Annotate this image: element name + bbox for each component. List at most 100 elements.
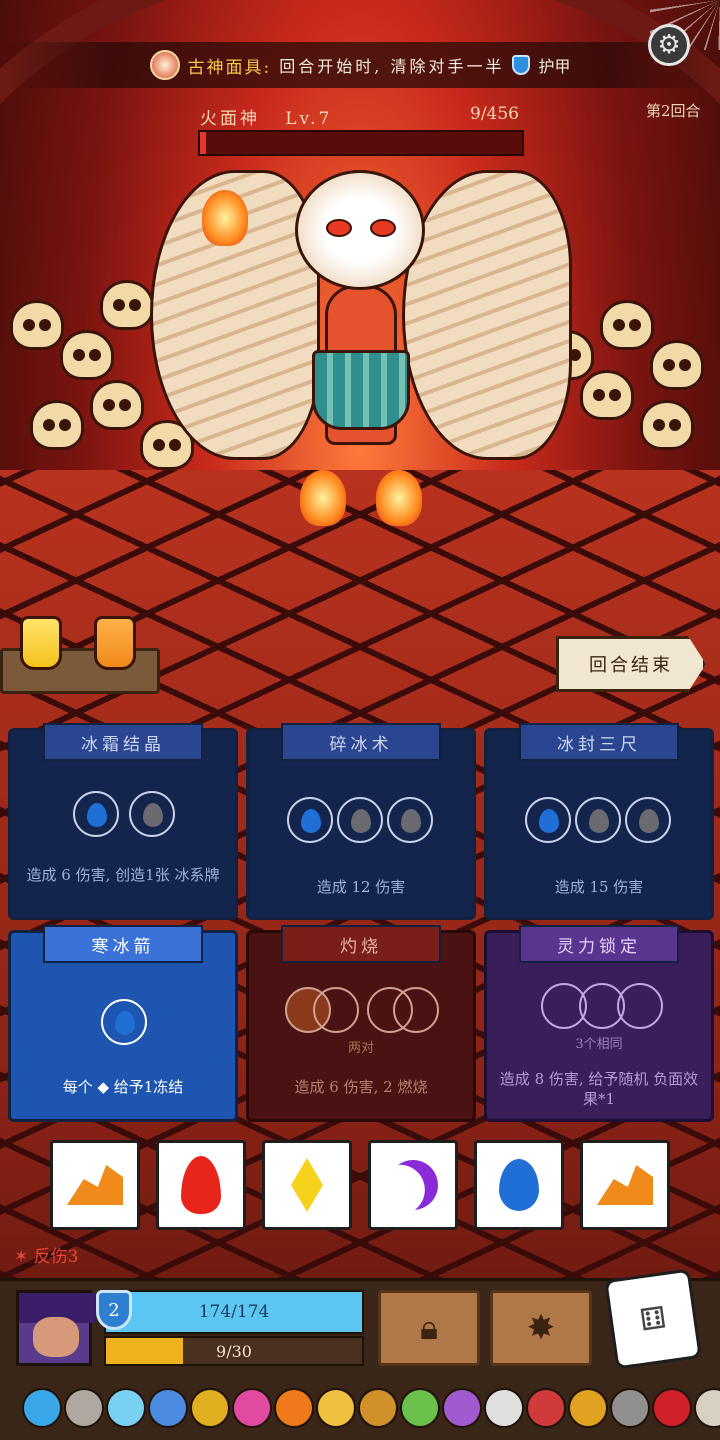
crossed-swords-relic[interactable]	[64, 1388, 104, 1428]
book-relic[interactable]	[568, 1388, 608, 1428]
card-ice-arrow[interactable]: 寒冰箭 每个 ◆ 给予1冻结	[8, 925, 238, 1122]
right-wing	[402, 170, 572, 460]
ruby-relic[interactable]	[652, 1388, 692, 1428]
dice-slot[interactable]	[129, 791, 175, 837]
card-requirement: 3个相同	[575, 1037, 623, 1052]
dice-slot[interactable]	[387, 797, 433, 843]
golden-coin-relic[interactable]	[190, 1388, 230, 1428]
ring-relic[interactable]	[358, 1388, 398, 1428]
status-label: 反伤3	[33, 1247, 79, 1267]
card-description: 造成 6 伤害, 创造1张 冰系牌	[26, 866, 220, 884]
armor-label: 护甲	[538, 57, 571, 76]
relic-description: 回合开始时, 清除对手一半	[279, 57, 505, 76]
totem-relic[interactable]	[232, 1388, 272, 1428]
padlock-sword-icon: 🔒︎	[419, 1308, 439, 1348]
relic-name: 古神面具:	[187, 57, 272, 78]
card-spirit-lock[interactable]: 灵力锁定 3个相同 造成 8 伤害, 给予随机 负面效果*1	[484, 925, 714, 1122]
boss-head	[295, 170, 425, 290]
skull-pile-right	[600, 300, 654, 350]
relic-effect-bar[interactable]: 古神面具: 回合开始时, 清除对手一半 护甲	[0, 42, 720, 88]
boss-name: 火面神	[200, 109, 260, 129]
card-title: 灵力锁定	[519, 925, 679, 963]
pearl-relic[interactable]	[484, 1388, 524, 1428]
water-icon	[87, 803, 107, 827]
player-hp-bar: 174/174	[104, 1290, 364, 1334]
die-water[interactable]	[474, 1140, 564, 1230]
water-icon	[143, 803, 163, 827]
mask-relic[interactable]	[526, 1388, 566, 1428]
dice-slot[interactable]	[617, 983, 663, 1029]
yellow-potion[interactable]	[20, 616, 62, 670]
dice-slot[interactable]	[393, 987, 439, 1033]
skull-pile-left	[10, 300, 64, 350]
thorns-icon: ✶	[14, 1247, 29, 1267]
ancient-mask-icon	[149, 50, 180, 80]
thorns-status[interactable]: ✶ 反伤3	[14, 1242, 78, 1267]
roll-dice-button[interactable]: ⚅	[604, 1268, 702, 1370]
player-level-badge: 2	[96, 1290, 132, 1330]
dice-slot[interactable]	[575, 797, 621, 843]
card-shatter-ice[interactable]: 碎冰术 造成 12 伤害	[246, 723, 476, 920]
dice-slot[interactable]	[287, 797, 333, 843]
card-description: 每个 ◆ 给予1冻结	[62, 1078, 184, 1096]
card-description: 造成 6 伤害, 2 燃烧	[294, 1078, 428, 1096]
shield-icon	[512, 55, 531, 75]
earth-icon	[67, 1165, 123, 1205]
boss-feather-skirt	[312, 350, 410, 430]
card-frozen-three-feet[interactable]: 冰封三尺 造成 15 伤害	[484, 723, 714, 920]
relic-inventory	[0, 1376, 720, 1440]
card-burn[interactable]: 灼烧 两对 造成 6 伤害, 2 燃烧	[246, 925, 476, 1122]
spiked-orb-relic[interactable]	[148, 1388, 188, 1428]
water-drop-relic[interactable]	[22, 1388, 62, 1428]
dice-slot[interactable]	[73, 791, 119, 837]
dice-slot[interactable]	[313, 987, 359, 1033]
brazier-relic[interactable]	[274, 1388, 314, 1428]
dice-slot[interactable]	[525, 797, 571, 843]
card-frost-crystal[interactable]: 冰霜结晶 造成 6 伤害, 创造1张 冰系牌	[8, 723, 238, 920]
die-earth[interactable]	[580, 1140, 670, 1230]
die-light[interactable]	[262, 1140, 352, 1230]
round-counter: 第2回合	[646, 102, 701, 120]
die-earth[interactable]	[50, 1140, 140, 1230]
scroll-relic[interactable]	[694, 1388, 720, 1428]
gear-icon: ⚙	[657, 30, 681, 60]
cannon-relic[interactable]	[610, 1388, 650, 1428]
boss-eye	[326, 219, 352, 237]
player-xp-bar: 9/30	[104, 1336, 364, 1366]
settings-button[interactable]: ⚙	[648, 24, 690, 66]
die-moon[interactable]	[368, 1140, 458, 1230]
orange-potion[interactable]	[94, 616, 136, 670]
die-fire[interactable]	[156, 1140, 246, 1230]
ice-wand-relic[interactable]	[106, 1388, 146, 1428]
foot-flame	[376, 470, 422, 526]
dice-slot[interactable]	[101, 999, 147, 1045]
skull-pile-right	[650, 340, 704, 390]
skull-pile-left	[90, 380, 144, 430]
dice-icon: ⚅	[637, 1299, 669, 1339]
skill-lock-button[interactable]: 🔒︎	[378, 1290, 480, 1366]
fire-god-boss[interactable]	[140, 150, 580, 530]
card-title: 碎冰术	[281, 723, 441, 761]
player-avatar[interactable]	[16, 1290, 95, 1366]
water-icon	[539, 809, 559, 833]
shell-relic[interactable]	[316, 1388, 356, 1428]
dice-slot[interactable]	[337, 797, 383, 843]
card-title: 冰封三尺	[519, 723, 679, 761]
water-icon	[639, 809, 659, 833]
crystal-relic[interactable]	[442, 1388, 482, 1428]
boss-hp-text: 9/456	[470, 104, 519, 124]
diamond-icon	[291, 1158, 323, 1212]
card-title: 冰霜结晶	[43, 723, 203, 761]
card-description: 造成 8 伤害, 给予随机 负面效果*1	[499, 1070, 699, 1108]
water-icon	[351, 809, 371, 833]
dice-slot[interactable]	[625, 797, 671, 843]
water-icon	[499, 1159, 539, 1211]
fire-orb	[202, 190, 248, 246]
water-icon	[401, 809, 421, 833]
skull-pile-left	[60, 330, 114, 380]
boss-name-level: 火面神 Lv.7	[200, 104, 332, 129]
boss-level: Lv.7	[285, 109, 333, 129]
skill-burst-button[interactable]: ✸	[490, 1290, 592, 1366]
leaf-relic[interactable]	[400, 1388, 440, 1428]
end-turn-button[interactable]: 回合结束	[556, 636, 706, 692]
